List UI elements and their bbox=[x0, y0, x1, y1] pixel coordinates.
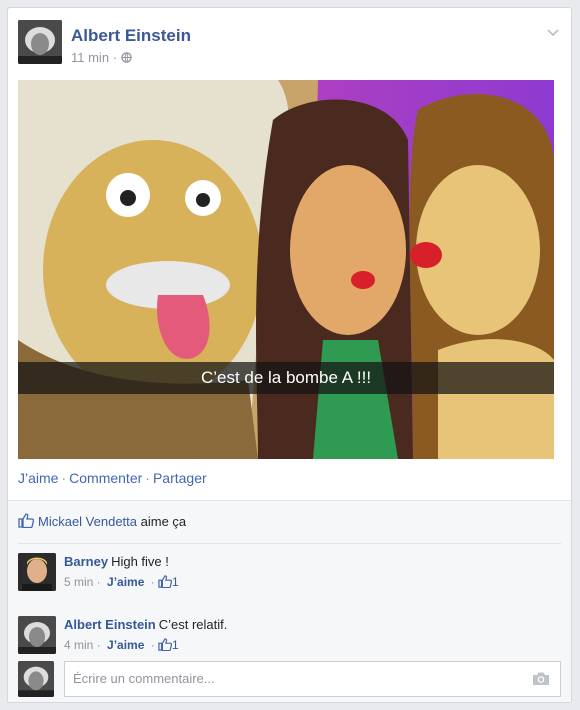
comment-like-count[interactable]: 1 bbox=[172, 638, 179, 652]
current-user-avatar bbox=[18, 661, 54, 697]
comment-time[interactable]: 5 min bbox=[64, 575, 93, 589]
likes-text: aime ça bbox=[140, 514, 187, 529]
post-author-name[interactable]: Albert Einstein bbox=[71, 26, 191, 46]
camera-icon[interactable] bbox=[532, 671, 550, 686]
thumbs-up-icon bbox=[18, 513, 35, 529]
comment-item: Barney High five ! 5 min · J’aime · 1 bbox=[18, 551, 561, 595]
comment-author[interactable]: Barney bbox=[64, 554, 108, 569]
cartoon-illustration bbox=[18, 80, 554, 459]
share-link[interactable]: Partager bbox=[153, 470, 207, 486]
comments-section: Mickael Vendetta aime ça Barney High five… bbox=[8, 500, 571, 702]
post-header: Albert Einstein 11 min · bbox=[18, 20, 561, 70]
like-link[interactable]: J’aime bbox=[18, 470, 58, 486]
comment-text: C’est relatif. bbox=[158, 617, 228, 632]
post-actions: J’aime · Commenter · Partager bbox=[18, 470, 207, 486]
post-time[interactable]: 11 min bbox=[71, 50, 109, 65]
author-avatar[interactable] bbox=[18, 20, 62, 64]
separator: · bbox=[145, 470, 150, 486]
liker-name[interactable]: Mickael Vendetta bbox=[38, 514, 137, 529]
comment-text: High five ! bbox=[111, 554, 169, 569]
comment-like-count[interactable]: 1 bbox=[172, 575, 179, 589]
globe-icon bbox=[120, 52, 132, 63]
post-photo[interactable]: C’est de la bombe A !!! bbox=[18, 80, 554, 459]
post-card: Albert Einstein 11 min · C’est de la bom… bbox=[7, 7, 572, 703]
comment-like-link[interactable]: J’aime bbox=[107, 575, 144, 589]
thumbs-up-icon bbox=[158, 575, 173, 589]
photo-caption: C’est de la bombe A !!! bbox=[18, 362, 554, 394]
chevron-down-icon[interactable] bbox=[547, 24, 559, 40]
comment-composer: Écrire un commentaire... bbox=[18, 661, 561, 699]
comment-time[interactable]: 4 min bbox=[64, 638, 93, 652]
comment-input[interactable]: Écrire un commentaire... bbox=[64, 661, 561, 697]
commenter-avatar[interactable] bbox=[18, 616, 56, 654]
divider bbox=[18, 543, 561, 544]
thumbs-up-icon bbox=[158, 638, 173, 652]
post-meta: 11 min · bbox=[71, 50, 132, 65]
likes-summary: Mickael Vendetta aime ça bbox=[18, 513, 186, 529]
comment-input-placeholder: Écrire un commentaire... bbox=[73, 671, 215, 686]
comment-item: Albert Einstein C’est relatif. 4 min · J’… bbox=[18, 614, 561, 658]
comment-link[interactable]: Commenter bbox=[69, 470, 142, 486]
comment-author[interactable]: Albert Einstein bbox=[64, 617, 156, 632]
separator: · bbox=[61, 470, 67, 486]
comment-like-link[interactable]: J’aime bbox=[107, 638, 144, 652]
commenter-avatar[interactable] bbox=[18, 553, 56, 591]
